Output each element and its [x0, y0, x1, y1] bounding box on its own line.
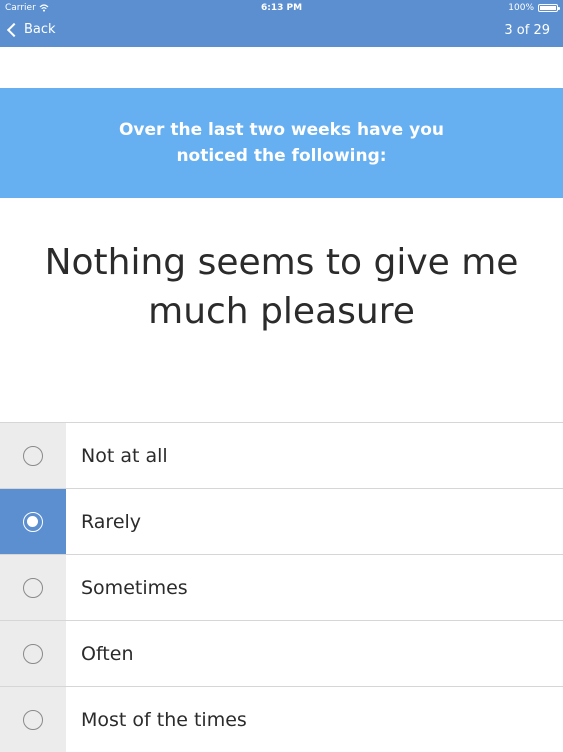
option-most-of-the-times[interactable]: Most of the times	[0, 686, 563, 752]
back-label: Back	[24, 22, 56, 37]
answer-options: Not at all Rarely Sometimes Often Most o…	[0, 422, 563, 752]
instruction-line-1: Over the last two weeks have you	[118, 120, 444, 140]
radio-cell	[0, 489, 66, 554]
instruction-line-2: noticed the following:	[176, 146, 387, 166]
option-label: Sometimes	[81, 576, 188, 599]
battery-fill	[540, 6, 556, 10]
navigation-bar: Back 3 of 29	[0, 16, 563, 47]
option-sometimes[interactable]: Sometimes	[0, 554, 563, 620]
top-bar: Carrier 6:13 PM 100% Back 3 of 29	[0, 0, 563, 47]
radio-button[interactable]	[23, 577, 43, 598]
radio-button[interactable]	[23, 643, 43, 664]
chevron-left-icon	[6, 22, 22, 37]
battery-icon	[538, 4, 560, 12]
radio-cell	[0, 687, 66, 752]
instruction-text: Over the last two weeks have you noticed…	[117, 117, 447, 169]
option-label: Rarely	[81, 510, 142, 533]
option-label: Often	[81, 642, 134, 665]
status-time: 6:13 PM	[260, 3, 303, 13]
radio-button[interactable]	[23, 709, 43, 730]
radio-cell	[0, 555, 66, 620]
status-bar: Carrier 6:13 PM 100%	[0, 0, 563, 16]
instruction-banner: Over the last two weeks have you noticed…	[0, 88, 563, 198]
option-label: Not at all	[81, 444, 168, 467]
battery-group: 100%	[508, 0, 560, 16]
question-line-1: Nothing seems to give me	[44, 242, 519, 283]
option-often[interactable]: Often	[0, 620, 563, 686]
battery-percent: 100%	[508, 3, 534, 13]
question-line-2: much pleasure	[148, 291, 415, 332]
radio-cell	[0, 621, 66, 686]
question-progress: 3 of 29	[504, 23, 550, 38]
radio-button[interactable]	[23, 445, 43, 466]
option-not-at-all[interactable]: Not at all	[0, 422, 563, 488]
back-button[interactable]: Back	[6, 22, 56, 37]
radio-button[interactable]	[23, 511, 43, 532]
option-rarely[interactable]: Rarely	[0, 488, 563, 554]
question-text: Nothing seems to give me much pleasure	[0, 238, 563, 336]
option-label: Most of the times	[81, 708, 247, 731]
radio-cell	[0, 423, 66, 488]
